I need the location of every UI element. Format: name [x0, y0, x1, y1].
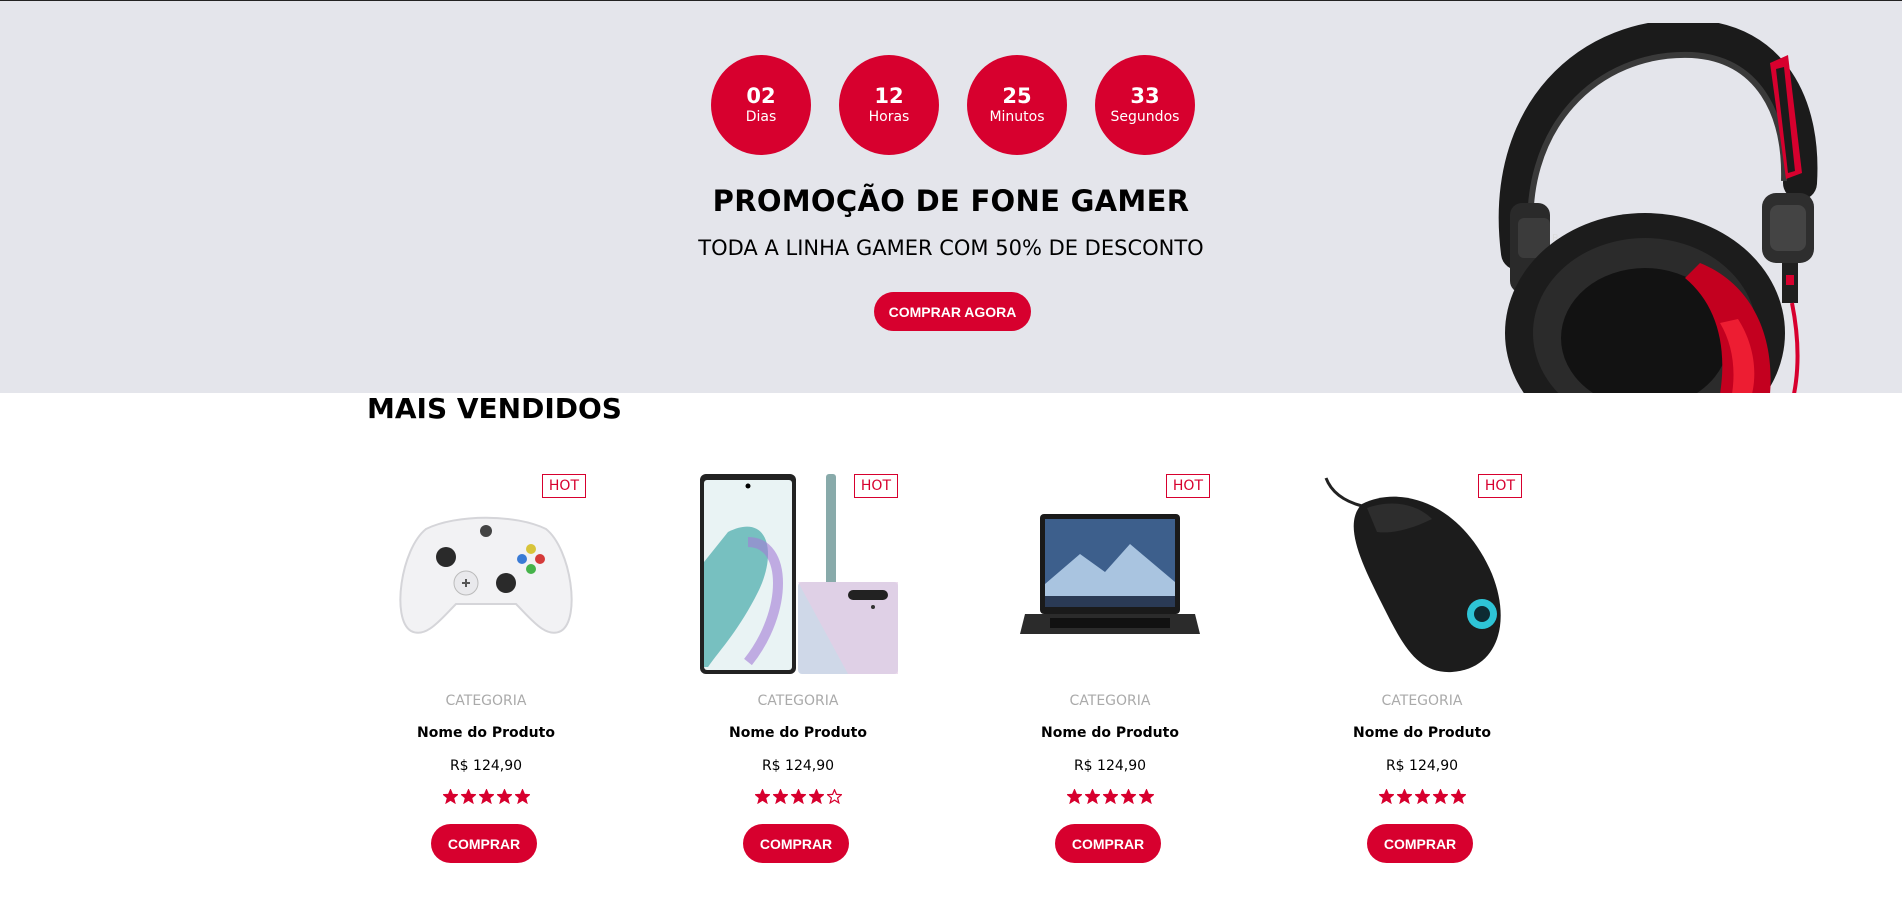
product-rating: [1322, 789, 1522, 804]
product-price: R$ 124,90: [761, 758, 835, 774]
star-filled-icon: [754, 789, 770, 804]
product-price: R$ 124,90: [1385, 758, 1459, 774]
star-filled-icon: [442, 789, 458, 804]
countdown-value: 25: [1002, 84, 1032, 108]
product-card[interactable]: HOT CATEGORIA Nome do Produto R$ 124,90 …: [1322, 470, 1522, 870]
countdown-seconds: 33 Segundos: [1095, 55, 1195, 155]
star-filled-icon: [478, 789, 494, 804]
countdown: 02 Dias 12 Horas 25 Minutos 33 Segundos: [711, 55, 1195, 155]
countdown-minutes: 25 Minutos: [967, 55, 1067, 155]
star-filled-icon: [790, 789, 806, 804]
product-category: CATEGORIA: [757, 693, 839, 709]
headphone-image: R: [1498, 23, 1818, 393]
laptop-icon: [1020, 514, 1200, 634]
buy-now-button[interactable]: COMPRAR AGORA: [874, 292, 1031, 331]
product-rating: [1010, 789, 1210, 804]
buy-button[interactable]: COMPRAR: [431, 824, 537, 863]
product-category: CATEGORIA: [445, 693, 527, 709]
hot-badge: HOT: [1477, 474, 1522, 498]
product-price: R$ 124,90: [1073, 758, 1147, 774]
star-filled-icon: [1432, 789, 1448, 804]
star-filled-icon: [1450, 789, 1466, 804]
buy-button[interactable]: COMPRAR: [743, 824, 849, 863]
countdown-label: Minutos: [989, 109, 1045, 125]
countdown-value: 02: [746, 84, 776, 108]
star-filled-icon: [1138, 789, 1154, 804]
buy-button[interactable]: COMPRAR: [1055, 824, 1161, 863]
product-name[interactable]: Nome do Produto: [698, 725, 898, 741]
product-image[interactable]: [386, 470, 586, 678]
product-rating: [698, 789, 898, 804]
product-category: CATEGORIA: [1381, 693, 1463, 709]
hot-badge: HOT: [853, 474, 898, 498]
product-category: CATEGORIA: [1069, 693, 1151, 709]
countdown-days: 02 Dias: [711, 55, 811, 155]
star-filled-icon: [496, 789, 512, 804]
hot-badge: HOT: [1165, 474, 1210, 498]
star-filled-icon: [514, 789, 530, 804]
countdown-value: 33: [1130, 84, 1160, 108]
product-name[interactable]: Nome do Produto: [386, 725, 586, 741]
star-filled-icon: [1120, 789, 1136, 804]
star-filled-icon: [1414, 789, 1430, 804]
star-filled-icon: [1066, 789, 1082, 804]
star-filled-icon: [1396, 789, 1412, 804]
star-filled-icon: [1378, 789, 1394, 804]
product-image[interactable]: [1322, 470, 1522, 678]
countdown-label: Dias: [745, 109, 777, 125]
product-rating: [386, 789, 586, 804]
product-price: R$ 124,90: [449, 758, 523, 774]
countdown-value: 12: [874, 84, 904, 108]
star-filled-icon: [1084, 789, 1100, 804]
gamepad-icon: [399, 516, 573, 634]
countdown-label: Segundos: [1110, 109, 1180, 125]
section-title: MAIS VENDIDOS: [367, 392, 622, 425]
countdown-label: Horas: [868, 109, 910, 125]
smartphone-icon: [700, 473, 898, 674]
product-card[interactable]: HOT CATEGORIA Nome do Produto R$ 124,90 …: [698, 470, 898, 870]
product-card[interactable]: HOT CATEGORIA Nome do Produto R$ 124,90 …: [386, 470, 586, 870]
product-image[interactable]: [698, 470, 898, 678]
product-name[interactable]: Nome do Produto: [1010, 725, 1210, 741]
product-image[interactable]: [1010, 470, 1210, 678]
countdown-hours: 12 Horas: [839, 55, 939, 155]
star-filled-icon: [1102, 789, 1118, 804]
promo-banner: 02 Dias 12 Horas 25 Minutos 33 Segundos …: [0, 1, 1902, 393]
star-filled-icon: [808, 789, 824, 804]
product-name[interactable]: Nome do Produto: [1322, 725, 1522, 741]
star-empty-icon: [826, 789, 842, 804]
hot-badge: HOT: [541, 474, 586, 498]
mouse-icon: [1324, 477, 1501, 673]
star-filled-icon: [772, 789, 788, 804]
product-card[interactable]: HOT CATEGORIA Nome do Produto R$ 124,90 …: [1010, 470, 1210, 870]
star-filled-icon: [460, 789, 476, 804]
buy-button[interactable]: COMPRAR: [1367, 824, 1473, 863]
product-list: HOT CATEGORIA Nome do Produto R$ 124,90 …: [386, 470, 1522, 870]
